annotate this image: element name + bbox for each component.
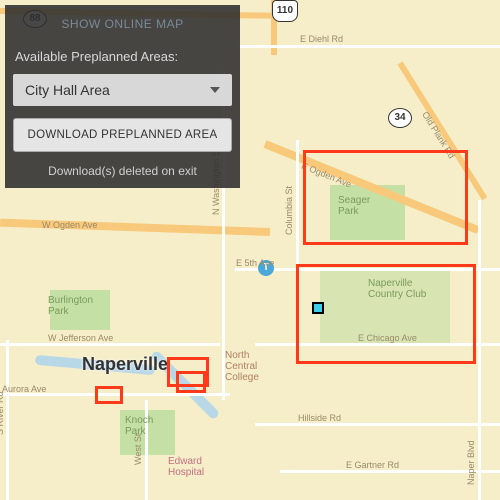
preplanned-area-3b[interactable] <box>176 371 206 393</box>
road-columbia <box>296 140 299 270</box>
available-areas-label: Available Preplanned Areas: <box>9 49 236 64</box>
location-marker[interactable] <box>312 302 324 314</box>
label-ogden-w: W Ogden Ave <box>42 220 97 230</box>
label-west-st: West St <box>133 434 143 465</box>
label-knoch-park: Knoch Park <box>125 415 153 437</box>
road-diehl <box>238 45 500 48</box>
label-aurora: Aurora Ave <box>2 384 46 394</box>
label-jefferson: W Jefferson Ave <box>48 333 113 343</box>
preplanned-area-4[interactable] <box>95 386 123 404</box>
status-text: Download(s) deleted on exit <box>9 162 236 184</box>
label-5th: E 5th Ave <box>236 258 274 268</box>
show-online-map-button[interactable]: SHOW ONLINE MAP <box>9 9 236 37</box>
area-dropdown[interactable]: City Hall Area <box>13 74 232 106</box>
road-river <box>6 340 9 500</box>
road-hillside <box>255 423 500 426</box>
road-jefferson <box>0 343 220 346</box>
label-river: S River Rd <box>0 391 5 435</box>
label-city: Naperville <box>82 354 168 375</box>
label-diehl: E Diehl Rd <box>300 34 343 44</box>
shield-34: 34 <box>388 108 412 128</box>
chevron-down-icon <box>210 87 220 93</box>
controls-panel: SHOW ONLINE MAP Available Preplanned Are… <box>5 5 240 188</box>
road-naper <box>478 200 481 500</box>
label-columbia: Columbia St <box>284 186 294 235</box>
label-north-central: North Central College <box>225 350 259 383</box>
map-viewport[interactable]: 110 34 88 T E Diehl Rd W Ogden Ave E Ogd… <box>0 0 500 500</box>
label-hillside: Hillside Rd <box>298 413 341 423</box>
label-naper: Naper Blvd <box>466 440 476 485</box>
shield-110: 110 <box>272 0 298 22</box>
preplanned-area-2[interactable] <box>296 264 476 364</box>
label-edward-hospital: Edward Hospital <box>168 456 204 478</box>
dropdown-selected: City Hall Area <box>25 82 110 98</box>
label-gartner: E Gartner Rd <box>346 460 399 470</box>
preplanned-area-1[interactable] <box>303 150 468 245</box>
label-burlington-park: Burlington Park <box>48 295 93 317</box>
download-button[interactable]: DOWNLOAD PREPLANNED AREA <box>13 118 232 152</box>
